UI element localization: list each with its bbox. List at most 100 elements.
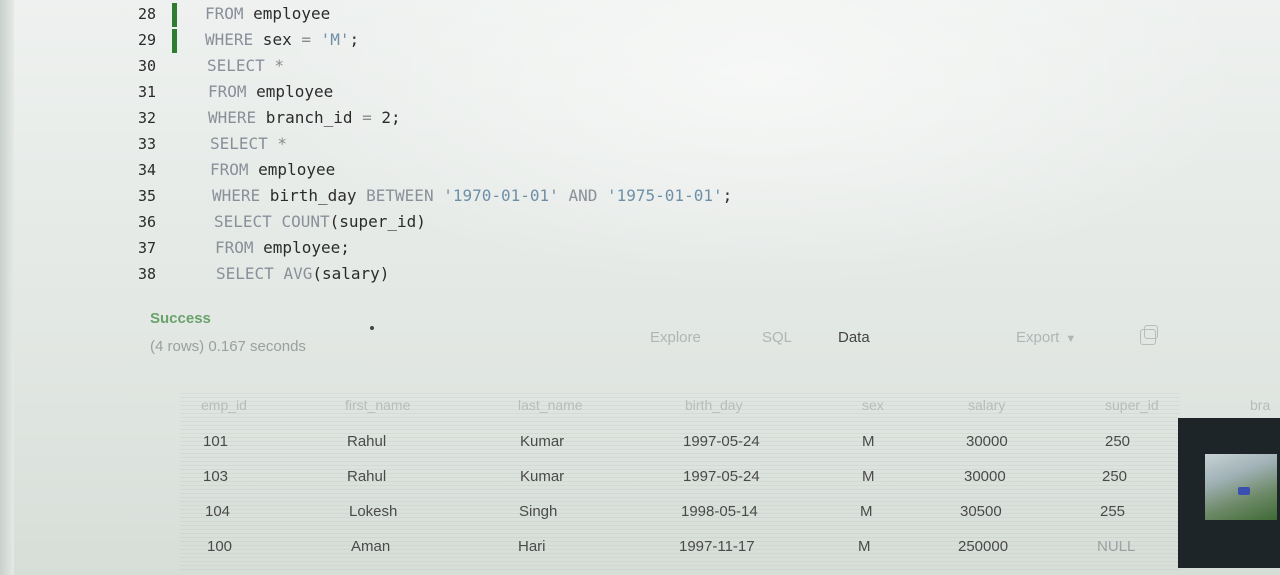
column-header[interactable]: emp_id: [201, 396, 247, 414]
code-token: branch_id: [256, 108, 363, 127]
code-line[interactable]: WHERE branch_id = 2;: [208, 105, 401, 131]
chevron-down-icon: ▼: [1065, 333, 1077, 345]
table-cell[interactable]: M: [860, 501, 873, 523]
line-number: 34: [138, 161, 157, 179]
table-cell[interactable]: Kumar: [520, 466, 564, 488]
column-header[interactable]: super_id: [1105, 396, 1159, 414]
table-cell[interactable]: 100: [207, 536, 232, 558]
tab-sql[interactable]: SQL: [762, 326, 792, 350]
column-header[interactable]: last_name: [518, 396, 583, 414]
table-cell[interactable]: 1998-05-14: [681, 501, 758, 523]
code-line[interactable]: SELECT *: [210, 131, 287, 157]
code-token: birth_day: [260, 186, 367, 205]
table-cell[interactable]: 30000: [964, 466, 1006, 488]
table-cell[interactable]: 103: [203, 466, 228, 488]
code-token: SELECT: [210, 134, 268, 153]
code-line[interactable]: SELECT *: [207, 53, 284, 79]
code-line[interactable]: FROM employee: [208, 79, 333, 105]
table-cell[interactable]: Singh: [519, 501, 557, 523]
table-cell[interactable]: Rahul: [347, 466, 386, 488]
line-gutter: 28 29 30 31 32 33 34 35 36 37 38: [130, 0, 177, 290]
code-token: AVG: [283, 264, 313, 283]
line-number: 31: [138, 83, 157, 101]
table-cell[interactable]: Kumar: [520, 431, 564, 453]
code-token: FROM: [208, 82, 247, 101]
table-cell[interactable]: 1997-05-24: [683, 466, 760, 488]
table-cell[interactable]: 30000: [966, 431, 1008, 453]
line-number: 28: [138, 5, 157, 23]
code-token: =: [301, 30, 311, 49]
code-token: SELECT: [216, 264, 274, 283]
code-token: (super_id): [329, 212, 426, 231]
table-cell[interactable]: Lokesh: [349, 501, 397, 523]
table-cell[interactable]: 1997-11-17: [679, 536, 755, 558]
table-cell[interactable]: 101: [203, 431, 228, 453]
code-token: FROM: [210, 160, 249, 179]
column-header[interactable]: first_name: [345, 396, 410, 414]
copy-icon[interactable]: [1140, 325, 1158, 345]
code-token: WHERE: [205, 30, 254, 49]
code-token: (salary): [312, 264, 390, 283]
code-token: 2;: [371, 108, 401, 127]
code-line[interactable]: WHERE sex = 'M';: [205, 27, 359, 53]
line-number: 32: [138, 109, 157, 127]
column-header[interactable]: birth_day: [685, 396, 743, 414]
code-token: ;: [349, 30, 360, 49]
sql-editor[interactable]: 28 29 30 31 32 33 34 35 36 37 38 FROM em…: [130, 0, 1280, 290]
code-token: SELECT: [214, 212, 272, 231]
code-token: employee;: [253, 238, 350, 257]
table-cell[interactable]: M: [862, 466, 875, 488]
code-line[interactable]: FROM employee: [205, 1, 330, 27]
line-number: 37: [138, 239, 157, 257]
code-line[interactable]: SELECT COUNT(super_id): [214, 209, 426, 235]
code-token: BETWEEN: [366, 186, 434, 205]
tab-explore[interactable]: Explore: [650, 326, 701, 350]
tab-data[interactable]: Data: [838, 326, 870, 350]
query-status: Success: [150, 310, 211, 327]
column-header[interactable]: bra: [1250, 396, 1270, 414]
code-token: COUNT: [281, 212, 330, 231]
code-token: employee: [243, 4, 331, 23]
code-token: AND: [568, 186, 598, 205]
table-cell[interactable]: 1997-05-24: [683, 431, 760, 453]
code-line[interactable]: FROM employee: [210, 157, 335, 183]
code-token: *: [267, 134, 288, 153]
table-cell[interactable]: 104: [205, 501, 230, 523]
line-number: 33: [138, 135, 157, 153]
column-header[interactable]: sex: [862, 396, 884, 414]
code-token: '1970-01-01': [443, 186, 559, 205]
table-cell[interactable]: 255: [1100, 501, 1125, 523]
line-number: 30: [138, 57, 157, 75]
code-line[interactable]: WHERE birth_day BETWEEN '1970-01-01' AND…: [212, 183, 732, 209]
result-tabs: Explore SQL Data Export ▼: [0, 326, 1280, 350]
table-cell[interactable]: M: [862, 431, 875, 453]
table-cell[interactable]: 250: [1105, 431, 1130, 453]
code-token: ;: [722, 186, 733, 205]
table-cell[interactable]: 250: [1102, 466, 1127, 488]
code-line[interactable]: SELECT AVG(salary): [216, 261, 389, 287]
table-cell[interactable]: Hari: [518, 536, 546, 558]
code-token: WHERE: [212, 186, 261, 205]
table-cell[interactable]: 30500: [960, 501, 1002, 523]
table-cell[interactable]: 250000: [958, 536, 1008, 558]
table-cell[interactable]: Rahul: [347, 431, 386, 453]
table-cell[interactable]: NULL: [1097, 536, 1135, 558]
code-token: sex: [253, 30, 302, 49]
code-line[interactable]: FROM employee;: [215, 235, 350, 261]
export-button[interactable]: Export ▼: [1016, 326, 1076, 350]
column-header[interactable]: salary: [968, 396, 1005, 414]
line-number: 29: [138, 31, 157, 49]
line-number: 35: [138, 187, 157, 205]
thumbnail-detail: [1238, 487, 1250, 495]
window-edge: [0, 0, 14, 575]
code-token: WHERE: [208, 108, 257, 127]
table-cell[interactable]: Aman: [351, 536, 390, 558]
code-token: =: [362, 108, 372, 127]
table-cell[interactable]: M: [858, 536, 871, 558]
code-token: employee: [248, 160, 336, 179]
code-token: SELECT: [207, 56, 265, 75]
